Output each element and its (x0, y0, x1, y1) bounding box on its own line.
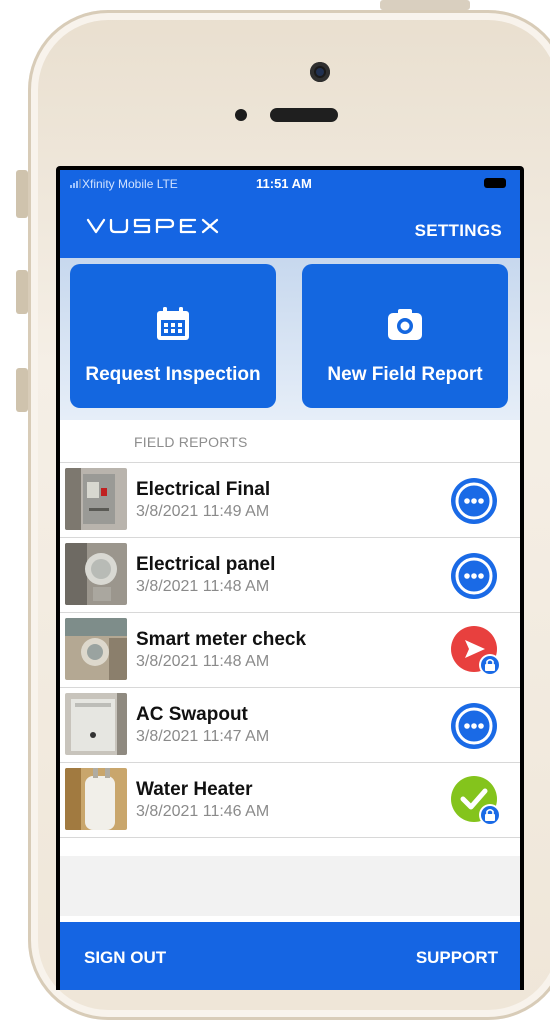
vuspex-logo[interactable] (86, 216, 228, 236)
electric-meter-thumbnail (65, 543, 127, 605)
report-date: 3/8/2021 11:46 AM (136, 803, 270, 820)
signal-icon (70, 178, 81, 188)
field-report-row[interactable]: Electrical panel 3/8/2021 11:48 AM (60, 537, 520, 612)
clock: 11:51 AM (256, 176, 312, 191)
request-inspection-label: Request Inspection (85, 364, 261, 385)
power-button (380, 0, 470, 10)
status-bar: Xfinity Mobile LTE 11:51 AM (60, 170, 520, 198)
field-report-row[interactable]: AC Swapout 3/8/2021 11:47 AM (60, 687, 520, 762)
app-screen: Xfinity Mobile LTE 11:51 AM SETTINGS Req… (60, 170, 520, 990)
field-report-row[interactable]: Smart meter check 3/8/2021 11:48 AM (60, 612, 520, 687)
bottom-toolbar: SIGN OUT SUPPORT (60, 922, 520, 990)
new-field-report-button[interactable]: New Field Report (302, 264, 508, 408)
proximity-sensor (235, 109, 247, 121)
ac-unit-thumbnail (65, 693, 127, 755)
quick-actions: Request Inspection New Field Report (60, 258, 520, 420)
report-date: 3/8/2021 11:48 AM (136, 578, 270, 595)
meter-check-thumbnail (65, 618, 127, 680)
earpiece-speaker (270, 108, 338, 122)
check-locked-icon[interactable] (450, 775, 502, 827)
list-empty-area (60, 856, 520, 916)
report-date: 3/8/2021 11:47 AM (136, 728, 270, 745)
field-report-row[interactable]: Water Heater 3/8/2021 11:46 AM (60, 762, 520, 838)
field-reports-heading: FIELD REPORTS (134, 434, 248, 450)
phone-screen: Xfinity Mobile LTE 11:51 AM SETTINGS Req… (56, 166, 524, 990)
more-icon[interactable] (450, 552, 498, 600)
send-locked-icon[interactable] (450, 625, 502, 677)
electrical-box-thumbnail (65, 468, 127, 530)
carrier-label: Xfinity Mobile LTE (82, 177, 178, 191)
field-report-row[interactable]: Electrical Final 3/8/2021 11:49 AM (60, 462, 520, 537)
report-title: Smart meter check (136, 629, 307, 650)
more-icon[interactable] (450, 477, 498, 525)
top-nav-bar: SETTINGS (60, 198, 520, 258)
settings-button[interactable]: SETTINGS (415, 221, 502, 241)
mute-switch (16, 170, 28, 218)
more-icon[interactable] (450, 702, 498, 750)
volume-down-button (16, 368, 28, 412)
camera-icon (388, 309, 422, 340)
sign-out-button[interactable]: SIGN OUT (84, 948, 166, 968)
new-field-report-label: New Field Report (327, 364, 483, 385)
calendar-icon (157, 307, 189, 340)
report-date: 3/8/2021 11:49 AM (136, 503, 270, 520)
support-button[interactable]: SUPPORT (416, 948, 498, 968)
report-title: Water Heater (136, 779, 253, 800)
report-title: AC Swapout (136, 704, 248, 725)
front-camera (310, 62, 330, 82)
report-date: 3/8/2021 11:48 AM (136, 653, 270, 670)
battery-icon (484, 178, 506, 188)
request-inspection-button[interactable]: Request Inspection (70, 264, 276, 408)
report-title: Electrical Final (136, 479, 271, 500)
logo-mark (86, 218, 219, 234)
report-title: Electrical panel (136, 554, 276, 575)
water-heater-thumbnail (65, 768, 127, 830)
volume-up-button (16, 270, 28, 314)
